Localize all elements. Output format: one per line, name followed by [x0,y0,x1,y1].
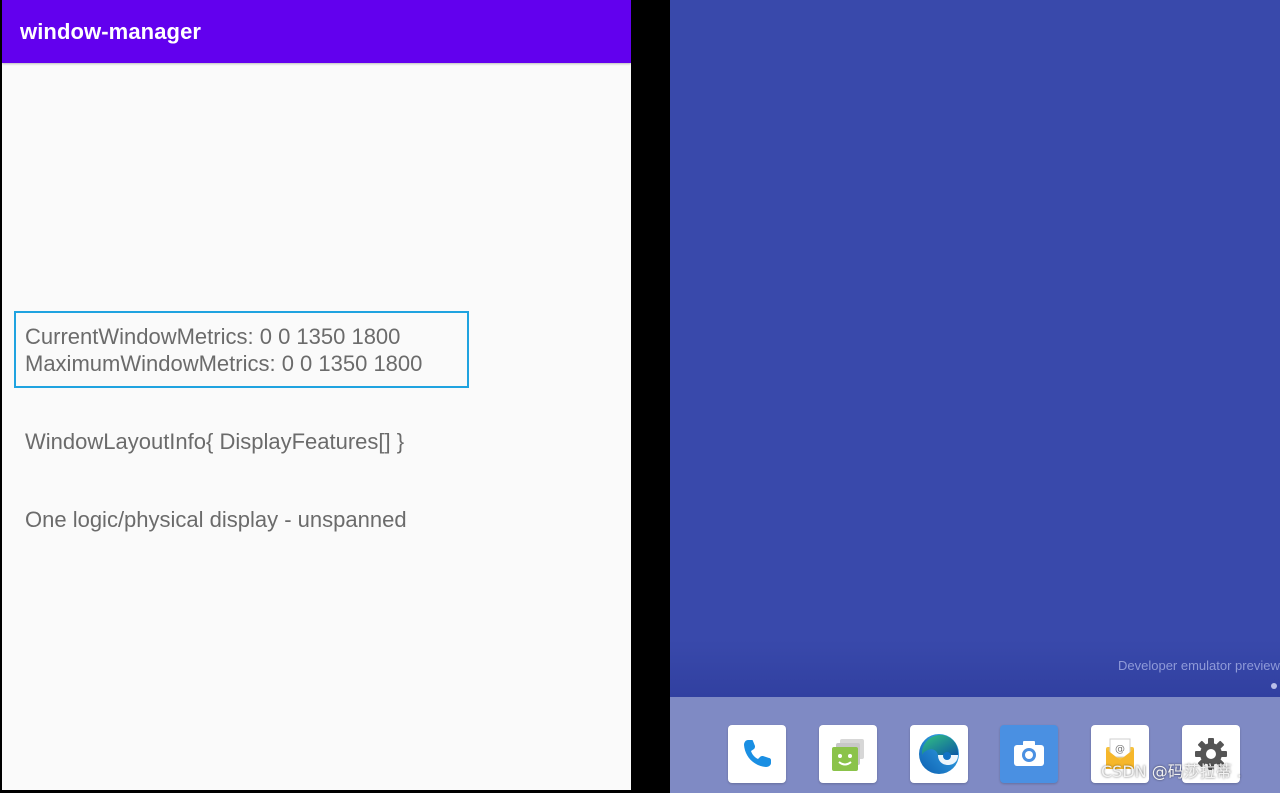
browser-app-button[interactable] [910,725,968,783]
app-title: window-manager [20,19,202,44]
page-indicator-dot [1271,683,1277,689]
svg-text:@: @ [1115,744,1125,755]
emulator-screen: window-manager CurrentWindowMetrics: 0 0… [0,0,1280,793]
messages-icon [832,739,864,771]
phone-app-button[interactable] [728,725,786,783]
emulator-watermark: Developer emulator preview [1118,658,1280,673]
edge-browser-icon [919,734,959,774]
current-window-metrics-text: CurrentWindowMetrics: 0 0 1350 1800 [25,324,401,349]
maximum-window-metrics-text: MaximumWindowMetrics: 0 0 1350 1800 [25,351,423,376]
camera-app-button[interactable] [1000,725,1058,783]
display-state-text: One logic/physical display - unspanned [25,507,407,532]
window-manager-app: window-manager CurrentWindowMetrics: 0 0… [2,0,631,790]
messages-app-button[interactable] [819,725,877,783]
camera-icon [1014,741,1044,766]
phone-icon [744,740,771,767]
window-layout-info-text: WindowLayoutInfo{ DisplayFeatures[] } [25,429,405,454]
csdn-watermark: CSDN @码莎拉蒂 . [1101,762,1242,781]
app-bar: window-manager [2,0,631,63]
home-launcher[interactable]: Developer emulator preview [670,0,1280,793]
